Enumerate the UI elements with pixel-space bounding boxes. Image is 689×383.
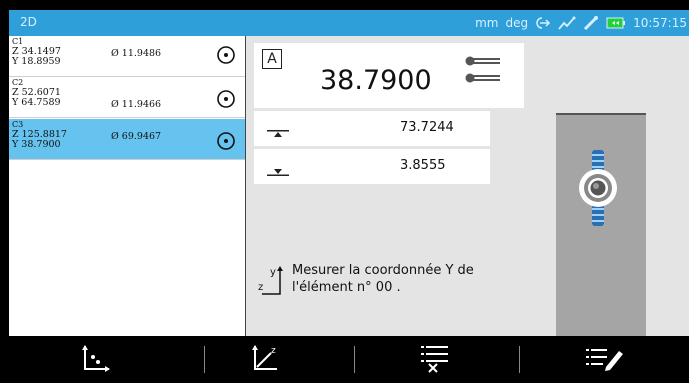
angle-unit[interactable]: deg [505,16,528,30]
main-value-box: A 38.7900 [254,43,524,108]
element-diameter: Ø 11.9486 [111,48,162,59]
circle-point-icon [216,89,236,112]
probe-sphere-icon [576,148,620,232]
lower-tolerance-value: 3.8555 [400,158,446,173]
edit-list-icon [584,343,624,377]
login-icon [535,16,551,30]
measurement-panel: A 38.7900 73.7244 3.8555 y z Mesurer la … [246,36,689,336]
edit-list-button[interactable] [519,336,689,383]
element-name: C2 [12,78,24,87]
coordinate-z-icon: z [247,343,281,377]
length-unit[interactable]: mm [475,16,498,30]
origin-button[interactable] [9,336,179,383]
main-value: 38.7900 [320,65,432,96]
element-name: C3 [12,120,24,129]
axis-z-label: z [258,282,263,293]
coordinate-origin-icon [77,343,111,377]
instruction-line-1: Mesurer la coordonnée Y de [292,263,474,278]
list-item[interactable]: C1 Z 34.1497 Y 18.8959 Ø 11.9486 [9,36,245,77]
element-name: C1 [12,37,24,46]
status-bar: 2D mm deg 10:57:15 [9,10,689,36]
probe-tip-icon [464,53,502,91]
element-diameter: Ø 11.9466 [111,99,162,110]
probe-icon [583,16,599,30]
circle-point-icon [216,45,236,68]
upper-tolerance-value: 73.7244 [400,120,454,135]
element-y: Y 18.8959 [12,56,61,67]
lower-limit-icon [267,162,289,181]
lower-tolerance-row: 3.8555 [254,149,490,184]
list-item-selected[interactable]: C3 Z 125.8817 Y 38.7900 Ø 69.9467 [9,119,245,160]
battery-icon [606,17,626,29]
mode-label[interactable]: A [262,49,282,69]
svg-text:z: z [271,346,276,356]
app-window: 2D mm deg 10:57:15 C1 Z 34.1497 Y 18.895… [0,0,689,383]
delete-list-icon [417,343,451,377]
element-y: Y 64.7589 [12,97,61,108]
bottom-toolbar: z [9,336,689,383]
upper-limit-icon [267,124,289,143]
tool-divider [556,113,646,115]
clock: 10:57:15 [633,16,687,30]
upper-tolerance-row: 73.7244 [254,111,490,146]
status-indicators: mm deg 10:57:15 [475,14,687,32]
delete-list-button[interactable] [349,336,519,383]
element-diameter: Ø 69.9467 [111,131,162,142]
z-coordinate-button[interactable]: z [179,336,349,383]
axes-icon: y z [256,264,290,305]
circle-point-icon [216,131,236,154]
list-item[interactable]: C2 Z 52.6071 Y 64.7589 Ø 11.9466 [9,77,245,118]
instruction-line-2: l'élément n° 00 . [292,280,401,295]
element-list[interactable]: C1 Z 34.1497 Y 18.8959 Ø 11.9486 C2 Z 52… [9,36,246,336]
screen-title: 2D [20,15,37,29]
element-y: Y 38.7900 [12,139,61,150]
signal-icon [558,16,576,30]
axis-y-label: y [270,267,276,278]
